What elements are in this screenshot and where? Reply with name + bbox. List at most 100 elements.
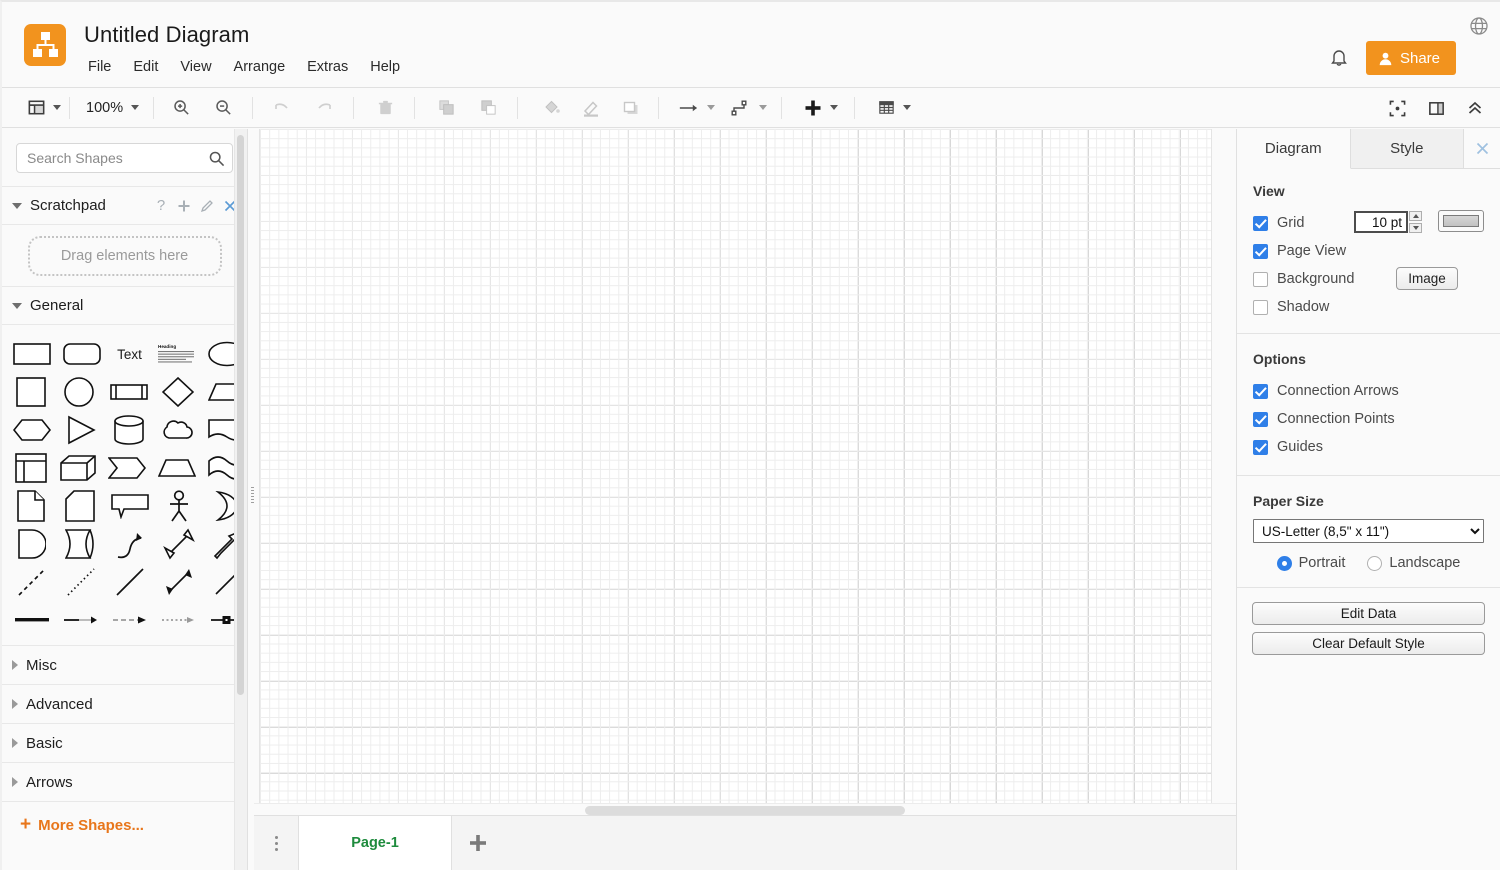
orientation-portrait[interactable]: Portrait (1276, 555, 1345, 571)
shape-circle[interactable] (61, 373, 97, 411)
shape-curved-arrow[interactable] (111, 525, 148, 563)
section-general[interactable]: General (2, 287, 247, 325)
shape-note[interactable] (13, 487, 50, 525)
diagram-canvas[interactable] (254, 129, 1236, 815)
menu-view[interactable]: View (169, 57, 222, 77)
canvas-hscrollbar-track[interactable] (254, 803, 1236, 815)
menu-file[interactable]: File (84, 57, 122, 77)
shape-diamond[interactable] (160, 373, 196, 411)
grid-checkbox[interactable] (1253, 215, 1268, 231)
shape-data-storage[interactable] (62, 525, 99, 563)
shape-bidirectional-connector[interactable] (160, 563, 197, 601)
stepper-down-icon[interactable] (1409, 223, 1422, 233)
shape-process[interactable] (109, 373, 148, 411)
insert-caret[interactable] (830, 105, 839, 110)
plus-icon[interactable] (800, 93, 826, 123)
grid-size-stepper[interactable] (1409, 211, 1422, 233)
shape-triangle[interactable] (63, 411, 99, 449)
vertical-dots-icon[interactable] (254, 816, 298, 870)
layout-panel-caret[interactable] (53, 105, 61, 110)
shape-text[interactable]: Text (113, 335, 146, 373)
grid-size-input[interactable]: 10 pt (1354, 211, 1408, 233)
bring-to-front-icon[interactable] (433, 93, 459, 123)
page-view-checkbox[interactable] (1253, 243, 1268, 259)
shape-cube[interactable] (60, 449, 96, 487)
question-mark-icon[interactable]: ? (154, 198, 168, 213)
sidebar-section-basic[interactable]: Basic (2, 724, 247, 763)
grid-color-swatch[interactable] (1438, 210, 1484, 232)
format-panel-icon[interactable] (1423, 93, 1449, 123)
waypoints-icon[interactable] (729, 93, 755, 123)
shape-internal-storage[interactable] (13, 449, 48, 487)
guides-checkbox[interactable] (1253, 439, 1268, 455)
edit-data-button[interactable]: Edit Data (1252, 602, 1485, 625)
shape-actor[interactable] (161, 487, 198, 525)
landscape-radio[interactable] (1367, 555, 1383, 571)
more-shapes-button[interactable]: + More Shapes... (2, 802, 247, 848)
chevron-up-icon[interactable] (1462, 93, 1488, 123)
paper-size-select[interactable]: US-Letter (8,5" x 11") (1253, 519, 1484, 543)
shadow-icon[interactable] (618, 93, 644, 123)
canvas-hscrollbar-thumb[interactable] (585, 806, 905, 815)
menu-help[interactable]: Help (359, 57, 411, 77)
connection-arrow-caret[interactable] (707, 105, 716, 110)
sidebar-section-advanced[interactable]: Advanced (2, 685, 247, 724)
sidebar-section-misc[interactable]: Misc (2, 646, 247, 685)
clear-default-style-button[interactable]: Clear Default Style (1252, 632, 1485, 655)
bell-icon[interactable] (1328, 46, 1350, 68)
sidebar-scrollbar-track[interactable] (234, 129, 247, 870)
shape-dashed-arrow[interactable] (111, 601, 148, 639)
scratchpad-body[interactable]: Drag elements here (2, 225, 247, 287)
add-page-button[interactable] (452, 816, 504, 870)
search-input[interactable] (17, 144, 232, 172)
undo-icon[interactable] (269, 93, 295, 123)
shape-square[interactable] (13, 373, 49, 411)
shape-dashed-line[interactable] (13, 563, 50, 601)
shape-bidirectional-arrow[interactable] (160, 525, 197, 563)
shape-link-arrow[interactable] (62, 601, 99, 639)
close-icon[interactable] (1464, 129, 1500, 168)
globe-icon[interactable] (1468, 15, 1490, 37)
scratchpad-dropzone[interactable]: Drag elements here (27, 235, 222, 276)
send-to-back-icon[interactable] (475, 93, 501, 123)
sidebar-section-arrows[interactable]: Arrows (2, 763, 247, 802)
line-color-icon[interactable] (578, 93, 604, 123)
shape-step[interactable] (108, 449, 146, 487)
fill-color-icon[interactable] (538, 93, 564, 123)
section-scratchpad[interactable]: Scratchpad ? (2, 187, 247, 225)
shape-trapezoid[interactable] (158, 449, 196, 487)
shape-cylinder[interactable] (111, 411, 147, 449)
share-button[interactable]: Share (1365, 41, 1456, 75)
shape-textbox-heading[interactable]: Heading (158, 335, 196, 373)
background-image-button[interactable]: Image (1396, 267, 1458, 290)
zoom-out-icon[interactable] (210, 93, 236, 123)
shape-callout[interactable] (110, 487, 149, 525)
stepper-up-icon[interactable] (1409, 211, 1422, 221)
shape-dotted-line[interactable] (62, 563, 99, 601)
redo-icon[interactable] (311, 93, 337, 123)
tab-style[interactable]: Style (1350, 129, 1464, 168)
table-icon[interactable] (873, 93, 899, 123)
zoom-level[interactable]: 100% (86, 100, 123, 116)
zoom-caret[interactable] (131, 105, 140, 110)
menu-edit[interactable]: Edit (122, 57, 169, 77)
table-caret[interactable] (903, 105, 912, 110)
sidebar-scrollbar-thumb[interactable] (237, 135, 244, 695)
background-checkbox[interactable] (1253, 271, 1268, 287)
shape-thick-line[interactable] (13, 601, 50, 639)
fit-page-icon[interactable] (1384, 93, 1410, 123)
orientation-landscape[interactable]: Landscape (1367, 555, 1460, 571)
connection-arrow-icon[interactable] (677, 93, 703, 123)
connection-points-checkbox[interactable] (1253, 411, 1268, 427)
shape-card[interactable] (62, 487, 99, 525)
connection-arrows-checkbox[interactable] (1253, 383, 1268, 399)
shape-rounded-rectangle[interactable] (63, 335, 101, 373)
shape-line[interactable] (111, 563, 148, 601)
menu-extras[interactable]: Extras (296, 57, 359, 77)
shape-delay[interactable] (13, 525, 50, 563)
shape-cloud[interactable] (160, 411, 196, 449)
search-icon[interactable] (208, 150, 225, 167)
zoom-in-icon[interactable] (168, 93, 194, 123)
shape-hexagon[interactable] (13, 411, 51, 449)
menu-arrange[interactable]: Arrange (223, 57, 297, 77)
